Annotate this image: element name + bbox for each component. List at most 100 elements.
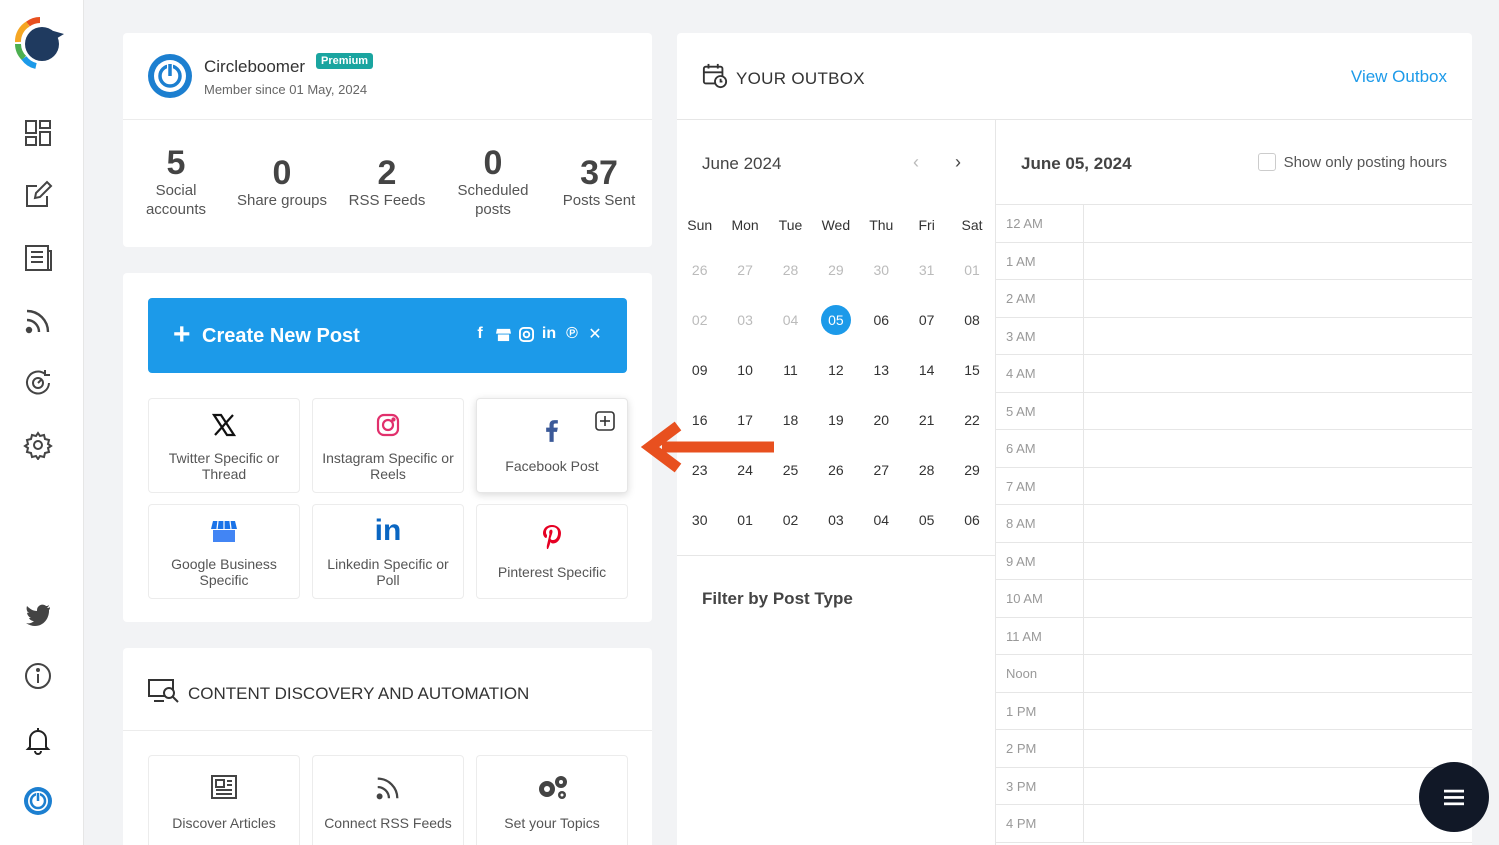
calendar-day[interactable]: 06 xyxy=(949,512,994,528)
calendar-day[interactable]: 22 xyxy=(949,412,994,428)
add-square-icon[interactable] xyxy=(595,411,615,431)
calendar-grid: Sun Mon Tue Wed Thu Fri Sat 26 27 28 29 30 31 01 02 03… xyxy=(677,205,995,545)
logo-icon[interactable] xyxy=(10,12,66,72)
checkbox[interactable] xyxy=(1257,153,1276,171)
calendar-day[interactable]: 27 xyxy=(859,462,904,478)
calendar-day[interactable]: 07 xyxy=(904,312,949,328)
calendar-day[interactable]: 28 xyxy=(768,262,813,278)
stat-social-accounts[interactable]: 5 Social accounts xyxy=(123,145,229,219)
rss-icon[interactable] xyxy=(22,305,54,337)
tile-connect-rss[interactable]: Connect RSS Feeds xyxy=(312,755,464,845)
hour-slot[interactable]: 6 AM xyxy=(996,430,1472,468)
stat-posts-sent[interactable]: 37 Posts Sent xyxy=(546,155,652,210)
calendar-day[interactable]: 30 xyxy=(859,262,904,278)
calendar-day[interactable]: 11 xyxy=(768,362,813,378)
calendar-day[interactable]: 31 xyxy=(904,262,949,278)
bell-icon[interactable] xyxy=(22,724,54,756)
calendar-day[interactable]: 02 xyxy=(768,512,813,528)
calendar-day[interactable]: 19 xyxy=(813,412,858,428)
calendar-day[interactable]: 01 xyxy=(722,512,767,528)
calendar-day[interactable]: 30 xyxy=(677,512,722,528)
divider xyxy=(1083,467,1084,504)
calendar-day[interactable]: 04 xyxy=(859,512,904,528)
tile-google-business[interactable]: Google Business Specific xyxy=(148,504,300,599)
calendar-day[interactable]: 20 xyxy=(859,412,904,428)
compose-icon[interactable] xyxy=(22,179,54,211)
calendar-day-number: 02 xyxy=(782,512,799,528)
calendar-day-number: 29 xyxy=(828,262,844,278)
hour-label: 2 PM xyxy=(1006,741,1037,756)
stat-scheduled-posts[interactable]: 0 Scheduled posts xyxy=(440,145,546,219)
tile-twitter-specific[interactable]: Twitter Specific or Thread xyxy=(148,398,300,493)
chevron-left-icon[interactable]: ‹ xyxy=(913,152,919,173)
twitter-bird-icon[interactable] xyxy=(22,598,54,630)
hour-slot[interactable]: 9 AM xyxy=(996,542,1472,580)
settings-gear-icon[interactable] xyxy=(22,429,54,461)
show-posting-hours-toggle[interactable]: Show only posting hours xyxy=(1257,153,1447,171)
tile-instagram-specific[interactable]: Instagram Specific or Reels xyxy=(312,398,464,493)
calendar-day[interactable]: 15 xyxy=(949,362,994,378)
calendar-day[interactable]: 08 xyxy=(949,312,994,328)
hour-slot[interactable]: 3 AM xyxy=(996,317,1472,355)
facebook-icon: f xyxy=(477,325,483,342)
articles-icon[interactable] xyxy=(22,242,54,274)
hour-slot[interactable]: 4 AM xyxy=(996,355,1472,393)
calendar-day[interactable]: 06 xyxy=(859,312,904,328)
calendar-day[interactable]: 02 xyxy=(677,312,722,328)
calendar-day[interactable]: 13 xyxy=(859,362,904,378)
hour-slot[interactable]: 4 PM xyxy=(996,805,1472,843)
create-new-post-button[interactable]: + Create New Post f in ℗ ✕ xyxy=(148,298,627,373)
view-outbox-link[interactable]: View Outbox xyxy=(1351,67,1447,87)
calendar-day[interactable]: 29 xyxy=(813,262,858,278)
hour-slot[interactable]: 11 AM xyxy=(996,617,1472,655)
calendar-day[interactable]: 26 xyxy=(677,262,722,278)
newspaper-icon xyxy=(149,774,299,800)
calendar-day[interactable]: 26 xyxy=(813,462,858,478)
tile-facebook-post[interactable]: Facebook Post xyxy=(476,398,628,493)
tile-set-topics[interactable]: Set your Topics xyxy=(476,755,628,845)
calendar-day[interactable]: 21 xyxy=(904,412,949,428)
hour-slot[interactable]: 10 AM xyxy=(996,580,1472,618)
stat-rss-feeds[interactable]: 2 RSS Feeds xyxy=(334,155,440,210)
stat-share-groups[interactable]: 0 Share groups xyxy=(229,155,335,210)
tile-discover-articles[interactable]: Discover Articles xyxy=(148,755,300,845)
hour-slot[interactable]: 5 AM xyxy=(996,392,1472,430)
tile-pinterest-specific[interactable]: Pinterest Specific xyxy=(476,504,628,599)
hour-slot[interactable]: 8 AM xyxy=(996,505,1472,543)
hour-slot[interactable]: 3 PM xyxy=(996,767,1472,805)
menu-fab-button[interactable] xyxy=(1419,762,1489,832)
calendar-day[interactable]: 03 xyxy=(813,512,858,528)
instagram-icon xyxy=(313,411,463,439)
account-power-icon[interactable] xyxy=(22,785,54,817)
calendar-day[interactable]: 04 xyxy=(768,312,813,328)
calendar-day[interactable]: 27 xyxy=(722,262,767,278)
calendar-day[interactable]: 09 xyxy=(677,362,722,378)
weekday-label: Wed xyxy=(821,217,851,233)
hour-slot[interactable]: 12 AM xyxy=(996,205,1472,243)
stat-label: Social accounts xyxy=(145,182,207,218)
hour-slot[interactable]: 1 PM xyxy=(996,692,1472,730)
calendar-day[interactable]: 03 xyxy=(722,312,767,328)
calendar-day[interactable]: 14 xyxy=(904,362,949,378)
hour-label: 9 AM xyxy=(1006,553,1036,569)
weekday-label: Sun xyxy=(687,217,713,233)
automation-icon[interactable] xyxy=(22,367,54,399)
calendar-day[interactable]: 05 xyxy=(904,512,949,528)
chevron-right-icon[interactable]: › xyxy=(955,152,961,173)
hour-slot[interactable]: Noon xyxy=(996,655,1472,693)
dashboard-icon[interactable] xyxy=(22,117,54,149)
hour-slot[interactable]: 1 AM xyxy=(996,242,1472,280)
calendar-day[interactable]: 29 xyxy=(949,462,994,478)
calendar-day[interactable]: 05 xyxy=(813,305,858,335)
info-icon[interactable] xyxy=(22,660,54,692)
tile-linkedin-specific[interactable]: in Linkedin Specific or Poll xyxy=(312,504,464,599)
hour-slot[interactable]: 2 PM xyxy=(996,730,1472,768)
calendar-day-number: 22 xyxy=(964,412,980,428)
calendar-day[interactable]: 12 xyxy=(813,362,858,378)
gears-icon xyxy=(477,774,627,800)
calendar-day[interactable]: 28 xyxy=(904,462,949,478)
calendar-day[interactable]: 01 xyxy=(949,262,994,278)
calendar-day[interactable]: 10 xyxy=(722,362,767,378)
hour-slot[interactable]: 2 AM xyxy=(996,280,1472,318)
hour-slot[interactable]: 7 AM xyxy=(996,467,1472,505)
